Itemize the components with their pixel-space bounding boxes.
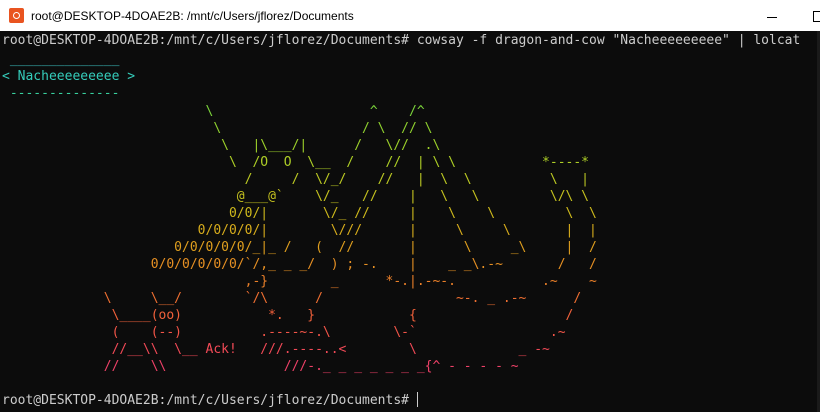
text-cursor [416,392,418,407]
output-line: ______________ [2,52,120,67]
command-line: root@DESKTOP-4DOAE2B:/mnt/c/Users/jflore… [2,33,801,48]
output-line: \ / \ // \ [2,121,433,136]
output-line: / / \/_/ // | \ \ \ | [2,172,589,187]
minimize-button[interactable] [749,0,795,31]
output-line: 0/0/0/0/| \/// | \ \ | | [2,223,597,238]
title-bar[interactable]: root@DESKTOP-4DOAE2B: /mnt/c/Users/jflor… [0,0,820,31]
output-line: -------------- [2,86,120,101]
output-line: \ /O O \__ / // | \ \ *----* [2,155,589,170]
output-line: \ ^ /^ [2,104,425,119]
output-line: ( (--) .----~-.\ \-` .~ [2,325,566,340]
window-title: root@DESKTOP-4DOAE2B: /mnt/c/Users/jflor… [31,9,354,23]
output-line: \ \__/ `/\ / ~-. _ .-~ / [2,291,582,306]
maximize-button[interactable] [795,0,820,31]
output-line: 0/0/| \/_ // | \ \ \ \ [2,206,597,221]
output-line: // \\ ///-._ _ _ _ _ _ _{^ - - - - ~ [2,359,519,374]
output-line: \____(oo) *. } { / [2,308,574,323]
output-line: ,-} _ *-.|.-~-. .~ ~ [2,274,597,289]
output-line: < Nacheeeeeeeee > [2,69,136,84]
terminal-output[interactable]: root@DESKTOP-4DOAE2B:/mnt/c/Users/jflore… [0,31,820,412]
prompt-line: root@DESKTOP-4DOAE2B:/mnt/c/Users/jflore… [2,392,418,408]
output-line: 0/0/0/0/0/_|_ / ( // | \ _\ | / [2,240,597,255]
output-line: //__\\ \__ Ack! ///.----..< \ _ -~ [2,342,550,357]
output-line: @___@` \/_ // | \ \ \/\ \ [2,189,589,204]
ubuntu-icon [9,8,24,23]
output-line: \ |\___/| / \// .\ [2,138,441,153]
output-line: 0/0/0/0/0/0/`/,_ _ _/ ) ; -. | _ _\.-~ /… [2,257,597,272]
